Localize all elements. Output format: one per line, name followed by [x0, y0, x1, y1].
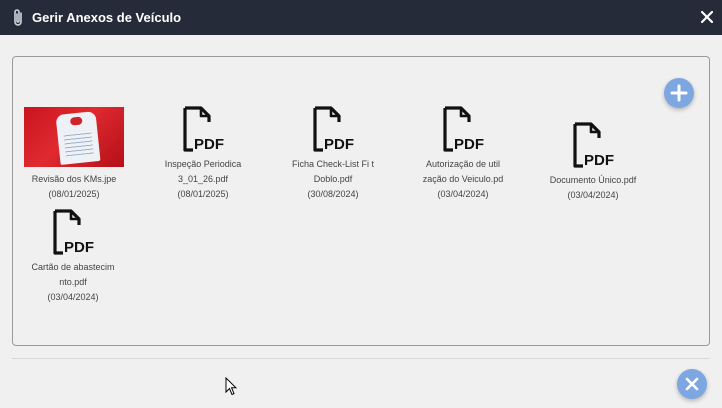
attachment-name-continued: nto.pdf — [59, 277, 87, 287]
attachment-name-continued: 3_01_26.pdf — [177, 174, 229, 184]
svg-text:PDF: PDF — [324, 136, 354, 153]
paperclip-icon — [11, 8, 25, 28]
mouse-cursor-icon — [225, 377, 237, 396]
svg-text:PDF: PDF — [584, 152, 614, 169]
pdf-file-icon: PDF — [313, 106, 354, 153]
attachment-name: Autorização de util — [425, 159, 501, 169]
pdf-file-icon: PDF — [183, 106, 224, 153]
pdf-file-icon: PDF — [53, 209, 94, 256]
attachment-date: (08/01/2025) — [177, 189, 229, 199]
add-attachment-button[interactable] — [664, 78, 694, 108]
attachment-name: Inspeção Periodica — [164, 159, 242, 169]
svg-text:PDF: PDF — [64, 239, 94, 256]
svg-text:PDF: PDF — [194, 136, 224, 153]
dialog-title: Gerir Anexos de Veículo — [32, 10, 182, 25]
close-dialog-button[interactable] — [677, 369, 707, 399]
attachment-date: (08/01/2025) — [48, 189, 100, 199]
attachment-name: Ficha Check-List Fi t — [291, 159, 375, 169]
attachment-name: Cartão de abastecim — [31, 262, 115, 272]
svg-text:PDF: PDF — [454, 136, 484, 153]
attachment-item[interactable]: PDF Documento Único.pdf (03/04/2024) — [528, 121, 658, 203]
attachment-name: Documento Único.pdf — [549, 175, 637, 185]
pdf-file-icon: PDF — [443, 106, 484, 153]
attachment-date: (03/04/2024) — [47, 292, 99, 302]
footer-divider — [12, 358, 710, 359]
attachment-item[interactable]: PDF Autorização de util zação do Veiculo… — [398, 105, 528, 202]
attachment-date: (03/04/2024) — [437, 189, 489, 199]
close-icon[interactable] — [698, 8, 716, 26]
attachment-date: (03/04/2024) — [567, 190, 619, 200]
close-circle-icon — [685, 377, 699, 391]
attachment-item[interactable]: PDF Cartão de abastecim nto.pdf (03/04/2… — [8, 208, 138, 305]
attachment-date: (30/08/2024) — [307, 189, 359, 199]
attachment-item[interactable]: PDF Inspeção Periodica 3_01_26.pdf (08/0… — [138, 105, 268, 202]
attachments-panel: Revisão dos KMs.jpe (08/01/2025) PDF Ins… — [12, 56, 710, 346]
attachment-item[interactable]: PDF Ficha Check-List Fi t Doblo.pdf (30/… — [268, 105, 398, 202]
attachment-name-continued: zação do Veiculo.pd — [422, 174, 504, 184]
attachment-name-continued: Doblo.pdf — [313, 174, 353, 184]
attachment-name: Revisão dos KMs.jpe — [31, 174, 117, 184]
attachment-item[interactable]: Revisão dos KMs.jpe (08/01/2025) — [9, 107, 139, 202]
pdf-file-icon: PDF — [573, 122, 614, 169]
dialog-titlebar: Gerir Anexos de Veículo — [0, 0, 722, 35]
plus-icon — [670, 84, 688, 102]
attachment-thumbnail — [24, 107, 124, 167]
